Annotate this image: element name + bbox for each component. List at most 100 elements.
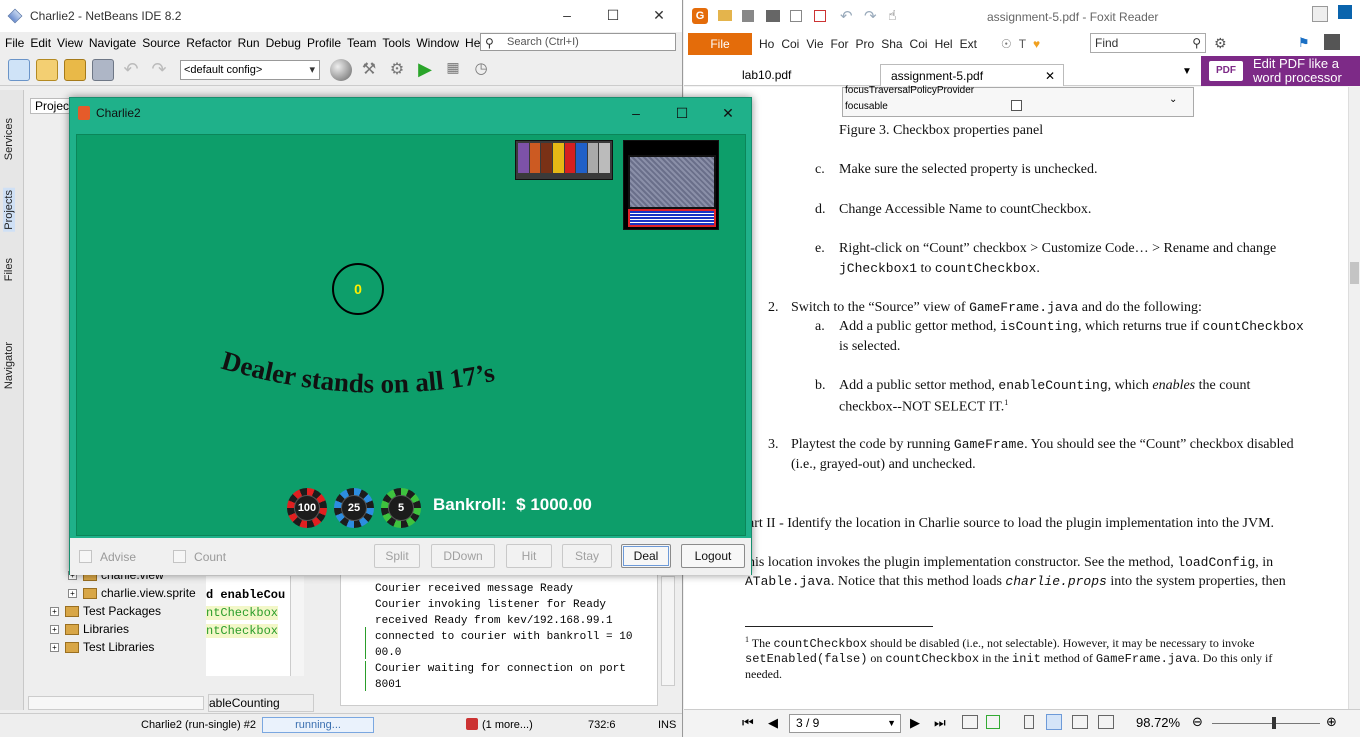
build-hammer-icon[interactable]: ⚒ xyxy=(358,59,380,81)
doc-tab-lab10[interactable]: lab10.pdf xyxy=(732,64,801,86)
debug-icon[interactable]: ▦ xyxy=(442,59,464,81)
menu-source[interactable]: Source xyxy=(142,36,180,50)
reflow-icon[interactable] xyxy=(986,715,1000,729)
editor-scrollbar[interactable] xyxy=(290,576,304,676)
zoom-slider-thumb[interactable] xyxy=(1272,717,1276,729)
ribbon-tab-form[interactable]: For xyxy=(831,37,849,51)
page-number-input[interactable]: 3 / 9 ▼ xyxy=(789,714,901,733)
find-input[interactable]: Find ⚲ xyxy=(1090,33,1206,53)
maximize-button[interactable]: ☐ xyxy=(590,0,636,30)
open-icon[interactable] xyxy=(718,10,732,21)
maximize-button[interactable]: ☐ xyxy=(659,98,705,128)
advise-checkbox[interactable]: Advise xyxy=(79,550,136,564)
tree-node[interactable]: + Test Libraries xyxy=(50,640,154,654)
profile-icon[interactable]: ◷ xyxy=(470,59,492,81)
stay-button[interactable]: Stay xyxy=(562,544,612,568)
menu-file[interactable]: File xyxy=(5,36,24,50)
hit-button[interactable]: Hit xyxy=(506,544,552,568)
redo-icon[interactable]: ↷ xyxy=(864,7,877,25)
notification-bell-icon[interactable]: ⚑ xyxy=(1298,35,1310,51)
find-search-icon[interactable]: ⚲ xyxy=(1192,34,1201,52)
tree-node[interactable]: + Libraries xyxy=(50,622,129,636)
account-icon[interactable] xyxy=(1324,34,1340,50)
ribbon-tab-protect[interactable]: Pro xyxy=(856,37,875,51)
status-more[interactable]: (1 more...) xyxy=(482,719,533,731)
menu-edit[interactable]: Edit xyxy=(30,36,51,50)
single-page-icon[interactable] xyxy=(1024,715,1034,729)
services-tab[interactable]: Services xyxy=(3,118,15,160)
ribbon-tab-connect[interactable]: Coi xyxy=(910,37,928,51)
output-scrollbar[interactable] xyxy=(661,576,675,686)
redo-icon[interactable]: ↷ xyxy=(148,59,170,81)
save-icon[interactable] xyxy=(742,10,754,22)
count-checkbox[interactable]: Count xyxy=(173,550,226,564)
undo-icon[interactable]: ↶ xyxy=(120,59,142,81)
chevron-down-icon[interactable]: ▼ xyxy=(887,715,896,732)
zoom-out-icon[interactable]: ⊖ xyxy=(1192,714,1203,730)
file-menu-button[interactable]: File xyxy=(688,33,752,55)
save-all-icon[interactable] xyxy=(92,58,114,81)
config-select[interactable]: <default config> xyxy=(180,59,320,80)
logout-button[interactable]: Logout xyxy=(681,544,745,568)
projects-panel-tab[interactable]: Projec xyxy=(30,98,70,114)
split-button[interactable]: Split xyxy=(374,544,420,568)
ide-search-input[interactable]: ⚲ Search (Ctrl+I) xyxy=(480,33,676,51)
tree-node[interactable]: + Test Packages xyxy=(50,604,161,618)
menu-team[interactable]: Team xyxy=(347,36,376,50)
scroll-thumb[interactable] xyxy=(1350,262,1359,284)
doc-tab-assignment5[interactable]: assignment-5.pdf ✕ xyxy=(880,64,1064,86)
continuous-facing-icon[interactable] xyxy=(1098,715,1114,729)
run-icon[interactable]: ▶ xyxy=(414,59,436,81)
new-file-icon[interactable] xyxy=(8,58,30,81)
minimize-button[interactable]: – xyxy=(613,98,659,128)
menu-window[interactable]: Window xyxy=(416,36,459,50)
print-icon[interactable] xyxy=(766,10,780,22)
last-page-icon[interactable]: ⏭ xyxy=(934,715,946,731)
menu-run[interactable]: Run xyxy=(238,36,260,50)
zoom-in-icon[interactable]: ⊕ xyxy=(1326,714,1337,730)
zoom-slider[interactable] xyxy=(1212,723,1320,724)
ribbon-tab-view[interactable]: Vie xyxy=(806,37,823,51)
page-layout-icon[interactable] xyxy=(962,715,978,729)
restore-mode-icon[interactable] xyxy=(1312,6,1328,22)
menu-tools[interactable]: Tools xyxy=(382,36,410,50)
status-progress[interactable]: running... xyxy=(262,717,374,733)
lightbulb-icon[interactable]: ☉ xyxy=(1001,37,1012,51)
new-project-icon[interactable] xyxy=(36,58,58,81)
facing-page-icon[interactable] xyxy=(1072,715,1088,729)
close-button[interactable]: ✕ xyxy=(705,98,751,128)
prev-page-icon[interactable]: ◀ xyxy=(768,715,778,731)
menu-debug[interactable]: Debug xyxy=(266,36,301,50)
edit-pdf-promo[interactable]: PDF Edit PDF like a word processor xyxy=(1201,56,1360,86)
menu-refactor[interactable]: Refactor xyxy=(186,36,231,50)
open-project-icon[interactable] xyxy=(64,58,86,81)
window-control-icon[interactable] xyxy=(1338,5,1352,19)
footnote-ref[interactable]: 1 xyxy=(1004,398,1008,407)
menu-navigate[interactable]: Navigate xyxy=(89,36,136,50)
zoom-value[interactable]: 98.72% xyxy=(1136,715,1180,730)
menu-profile[interactable]: Profile xyxy=(307,36,341,50)
tab-list-chevron-icon[interactable]: ▼ xyxy=(1182,66,1192,77)
next-page-icon[interactable]: ▶ xyxy=(910,715,920,731)
settings-gear-icon[interactable]: ⚙ xyxy=(1214,35,1227,52)
close-button[interactable]: ✕ xyxy=(636,0,682,30)
continuous-page-icon[interactable] xyxy=(1046,714,1062,730)
editor-breadcrumb[interactable]: ableCounting xyxy=(208,694,314,712)
hand-tool-icon[interactable]: ☝ xyxy=(888,7,897,24)
text-icon[interactable]: T xyxy=(1019,37,1026,51)
undo-icon[interactable]: ↶ xyxy=(840,7,853,25)
globe-icon[interactable] xyxy=(330,58,352,81)
ribbon-tab-comment[interactable]: Coi xyxy=(781,37,799,51)
chip-5[interactable]: 5 xyxy=(381,488,421,528)
first-page-icon[interactable]: ⏮ xyxy=(742,715,754,731)
ribbon-tab-extras[interactable]: Ext xyxy=(960,37,977,51)
ribbon-tab-share[interactable]: Sha xyxy=(881,37,902,51)
pdf-vertical-scrollbar[interactable] xyxy=(1348,87,1360,709)
files-tab[interactable]: Files xyxy=(3,258,15,281)
tree-horizontal-scrollbar[interactable] xyxy=(28,696,204,710)
menu-view[interactable]: View xyxy=(57,36,83,50)
minimize-button[interactable]: – xyxy=(544,0,590,30)
tree-node[interactable]: + charlie.view.sprite xyxy=(68,586,196,600)
new-doc-icon[interactable] xyxy=(790,10,802,22)
create-pdf-icon[interactable] xyxy=(814,10,826,22)
